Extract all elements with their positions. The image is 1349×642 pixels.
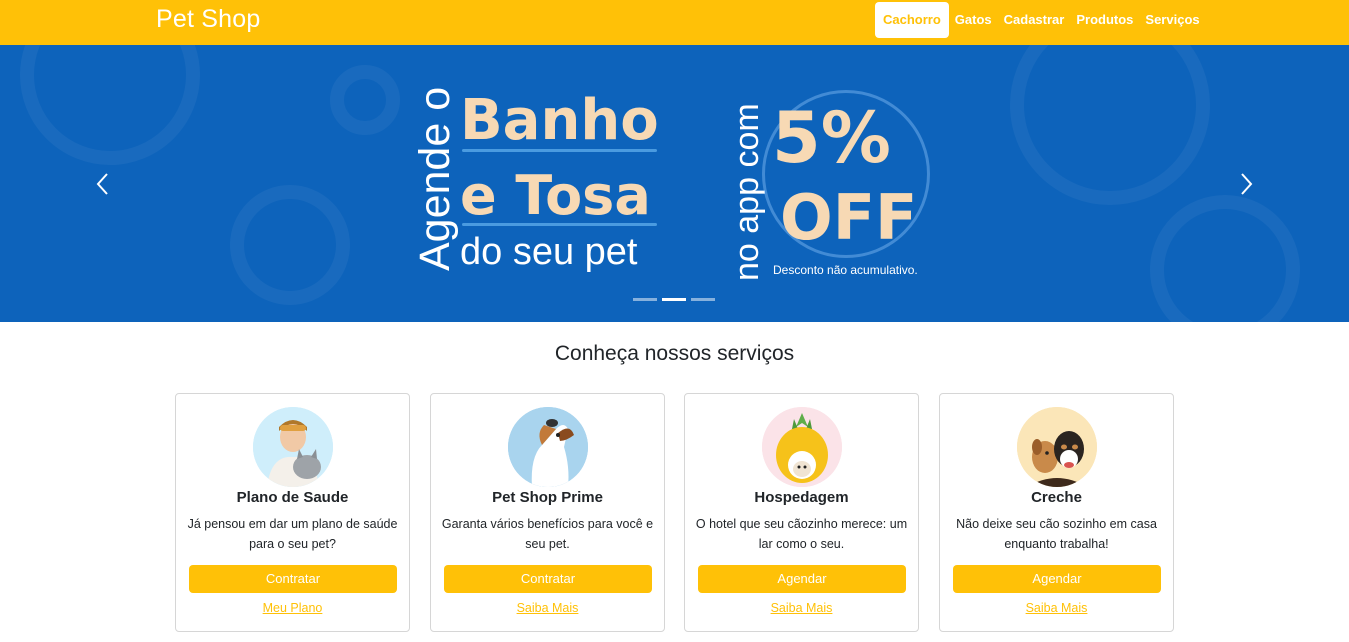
promo-vertical-left: Agende o (411, 86, 459, 271)
card-title: Pet Shop Prime (492, 489, 603, 506)
service-card: Plano de Saude Já pensou em dar um plano… (175, 393, 410, 632)
chevron-right-icon (1241, 172, 1253, 195)
contratar-button[interactable]: Contratar (189, 565, 397, 593)
meu-plano-link[interactable]: Meu Plano (176, 601, 409, 615)
saiba-mais-link[interactable]: Saiba Mais (940, 601, 1173, 615)
carousel-indicator[interactable] (662, 298, 686, 301)
background-pattern (1010, 45, 1210, 205)
woman-with-cat-image (253, 407, 333, 487)
chevron-left-icon (96, 172, 108, 195)
carousel: Agende o Banho e Tosa do seu pet no app … (0, 45, 1349, 322)
saiba-mais-link[interactable]: Saiba Mais (431, 601, 664, 615)
promo-headline-1: Banho (460, 88, 659, 153)
card-image-two-dogs (1017, 407, 1097, 487)
promo-disclaimer: Desconto não acumulativo. (773, 263, 918, 277)
agendar-button[interactable]: Agendar (698, 565, 906, 593)
nav-link-gatos[interactable]: Gatos (949, 2, 998, 38)
service-card: Hospedagem O hotel que seu cãozinho mere… (684, 393, 919, 632)
card-text: O hotel que seu cãozinho merece: um lar … (695, 517, 908, 551)
headline-underline (462, 149, 657, 152)
carousel-indicator[interactable] (691, 298, 715, 301)
service-card: Creche Não deixe seu cão sozinho em casa… (939, 393, 1174, 632)
nav-link-cadastrar[interactable]: Cadastrar (998, 2, 1071, 38)
nav-link-produtos[interactable]: Produtos (1070, 2, 1139, 38)
section-title: Conheça nossos serviços (554, 342, 795, 365)
promo-headline-2: e Tosa (460, 164, 651, 227)
promo-vertical-right: no app com (728, 103, 766, 281)
card-title: Hospedagem (754, 489, 849, 506)
card-text: Não deixe seu cão sozinho em casa enquan… (956, 517, 1157, 551)
contratar-button[interactable]: Contratar (444, 565, 652, 593)
nav-link-servicos[interactable]: Serviços (1139, 2, 1205, 38)
card-image-dog-looking-up (508, 407, 588, 487)
nav-links: Cachorro Gatos Cadastrar Produtos Serviç… (875, 2, 1206, 38)
navbar: Pet Shop Cachorro Gatos Cadastrar Produt… (0, 0, 1349, 45)
dog-in-pineapple-bed-image (762, 407, 842, 487)
background-pattern (230, 185, 350, 305)
card-text: Garanta vários benefícios para você e se… (441, 517, 654, 551)
service-card: Pet Shop Prime Garanta vários benefícios… (430, 393, 665, 632)
card-image-woman-with-cat (253, 407, 333, 487)
background-pattern (330, 65, 400, 135)
saiba-mais-link[interactable]: Saiba Mais (685, 601, 918, 615)
brand-logo[interactable]: Pet Shop (156, 5, 260, 34)
agendar-button[interactable]: Agendar (953, 565, 1161, 593)
headline-underline (462, 223, 657, 226)
two-dogs-image (1017, 407, 1097, 487)
promo-discount-percent: 5% (772, 97, 891, 179)
card-title: Creche (1031, 489, 1082, 506)
carousel-indicators (633, 298, 715, 301)
card-title: Plano de Saude (236, 489, 349, 506)
carousel-next-button[interactable] (1197, 45, 1297, 322)
promo-discount-off: OFF (780, 181, 918, 254)
dog-looking-up-image (508, 407, 588, 487)
promo-headline-3: do seu pet (460, 231, 638, 273)
carousel-indicator[interactable] (633, 298, 657, 301)
card-text: Já pensou em dar um plano de saúde para … (187, 517, 398, 551)
nav-link-cachorro[interactable]: Cachorro (875, 2, 949, 38)
card-image-dog-in-pineapple-bed (762, 407, 842, 487)
carousel-prev-button[interactable] (52, 45, 152, 322)
